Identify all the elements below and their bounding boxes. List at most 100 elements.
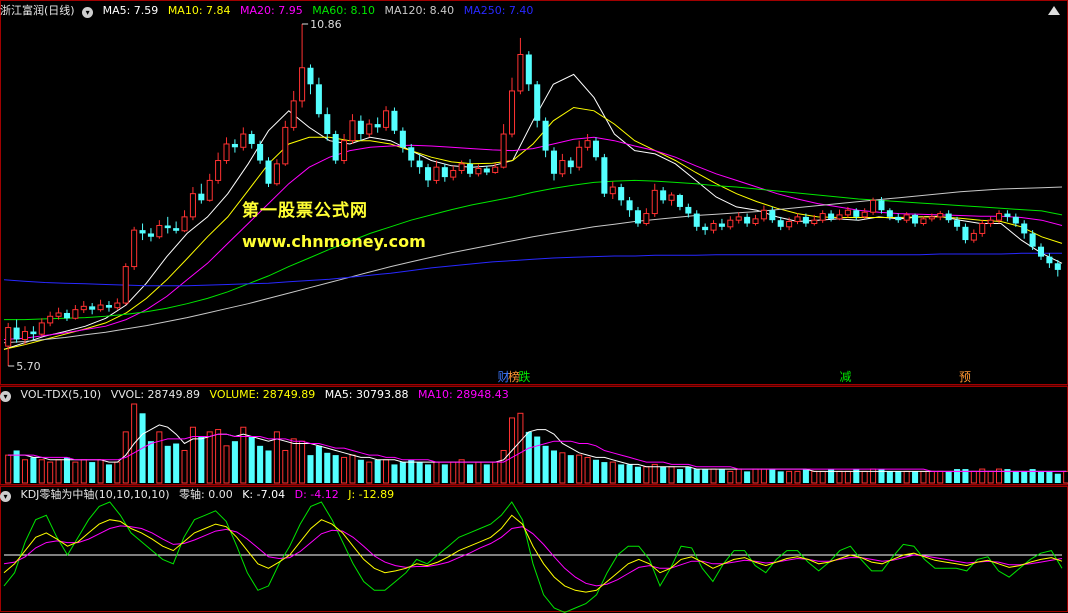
candle-body-up [215, 160, 222, 181]
candle-body-down [895, 216, 902, 221]
candle-body-down [315, 84, 322, 115]
candle-body-up [752, 218, 759, 224]
candle-body-down [483, 168, 490, 173]
candle-body-up [903, 214, 910, 221]
volume-bar-down [1046, 471, 1053, 483]
candle-body-down [886, 210, 893, 217]
candle-body-up [836, 214, 843, 220]
volume-bar-up [80, 459, 87, 484]
candle-body-down [139, 230, 146, 234]
volume-bar-up [819, 470, 826, 484]
candle-body-down [718, 223, 725, 227]
settings-circle-icon[interactable]: ▾ [82, 7, 94, 18]
candle-body-down [1021, 223, 1028, 234]
candle-body-up [651, 189, 658, 215]
volume-bar-down [802, 469, 809, 483]
candle-body-up [189, 193, 196, 218]
volume-bar-down [265, 450, 272, 483]
volume-bar-down [467, 464, 474, 483]
watermark-url: www.chnmoney.com [242, 232, 426, 251]
candle-body-down [13, 327, 20, 340]
candle-body-up [517, 53, 524, 92]
volume-bar-up [97, 459, 104, 484]
candle-body-up [97, 304, 104, 311]
volume-bar-down [164, 445, 171, 483]
volume-bar-up [475, 461, 482, 484]
stock-name[interactable]: 浙江富润(日线) [0, 4, 75, 17]
candle-body-down [357, 120, 364, 135]
candle-body-down [1054, 263, 1061, 270]
candle-body-down [1012, 216, 1019, 224]
volume-bar-down [147, 441, 154, 483]
candle-body-up [341, 140, 348, 162]
volume-bar-up [492, 461, 499, 484]
volume-bar-up [1063, 470, 1068, 484]
candle-body-up [576, 146, 583, 168]
volume-bar-up [55, 459, 62, 484]
volume-bar-up [576, 454, 583, 484]
candle-body-up [996, 213, 1003, 221]
volume-bar-up [844, 470, 851, 484]
kdj-j-label: J: -12.89 [348, 488, 395, 501]
candle-body-down [257, 143, 264, 161]
candle-body-up [760, 209, 767, 220]
candle-body-up [500, 133, 507, 168]
candle-body-up [987, 219, 994, 225]
volume-indicator-name[interactable]: VOL-TDX(5,10) [21, 388, 102, 401]
volume-bar-down [391, 464, 398, 483]
candle-body-up [156, 224, 163, 238]
candle-body-down [1029, 233, 1036, 247]
candle-body-down [534, 84, 541, 121]
volume-bar-down [324, 452, 331, 483]
candle-body-up [38, 322, 45, 335]
candle-body-down [601, 157, 608, 194]
candle-body-up [508, 90, 516, 135]
ma5-label: MA5: 7.59 [102, 4, 159, 17]
candle-body-down [374, 124, 381, 128]
volume-bar-up [559, 452, 566, 484]
candle-body-down [105, 305, 112, 308]
candle-body-down [525, 54, 532, 85]
volume-bar-up [920, 470, 927, 484]
candle-body-up [811, 219, 818, 225]
kdj-settings-circle-icon[interactable]: ▾ [0, 491, 11, 502]
candle-body-down [332, 134, 339, 161]
volume-bar-down [718, 469, 725, 483]
kdj-indicator-name[interactable]: KDJ零轴为中轴(10,10,10,10) [21, 488, 170, 501]
candle-body-up [937, 213, 944, 218]
volume-settings-circle-icon[interactable]: ▾ [0, 391, 11, 402]
candle-body-up [114, 302, 121, 309]
collapse-triangle-icon[interactable] [1048, 6, 1060, 15]
low-price-label: 5.70 [16, 360, 40, 373]
candle-body-up [870, 199, 877, 213]
volume-bar-down [399, 462, 406, 483]
candle-body-down [425, 167, 432, 181]
candle-body-down [828, 213, 835, 219]
candle-body-down [324, 114, 331, 135]
event-label: 跌 [518, 369, 530, 384]
volume-bar-up [450, 461, 457, 484]
candle-body-down [945, 213, 952, 221]
volume-bar-up [215, 429, 222, 484]
main-header: 浙江富润(日线) ▾ MA5: 7.59 MA10: 7.84 MA20: 7.… [0, 2, 539, 20]
candle-body-down [1046, 256, 1053, 264]
volume-bar-up [72, 461, 79, 484]
volume-bar-down [618, 464, 625, 483]
volume-bar-up [517, 412, 524, 484]
volume-bar-up [349, 454, 356, 484]
candle-body-up [643, 213, 650, 224]
volume-bar-up [181, 449, 188, 484]
vvol-label: VVOL: 28749.89 [110, 388, 201, 401]
candle-body-up [383, 110, 390, 128]
candle-body-down [618, 187, 625, 201]
candle-body-up [349, 120, 356, 142]
volume-bar-down [105, 464, 112, 483]
candle-body-up [668, 194, 675, 201]
candle-body-down [1004, 213, 1011, 217]
volume-bar-down [483, 464, 490, 483]
volume-bar-down [525, 431, 532, 483]
watermark-title: 第一股票公式网 [242, 201, 368, 221]
candle-body-down [685, 206, 692, 214]
volume-bar-up [928, 470, 935, 484]
candle-body-down [391, 110, 398, 131]
